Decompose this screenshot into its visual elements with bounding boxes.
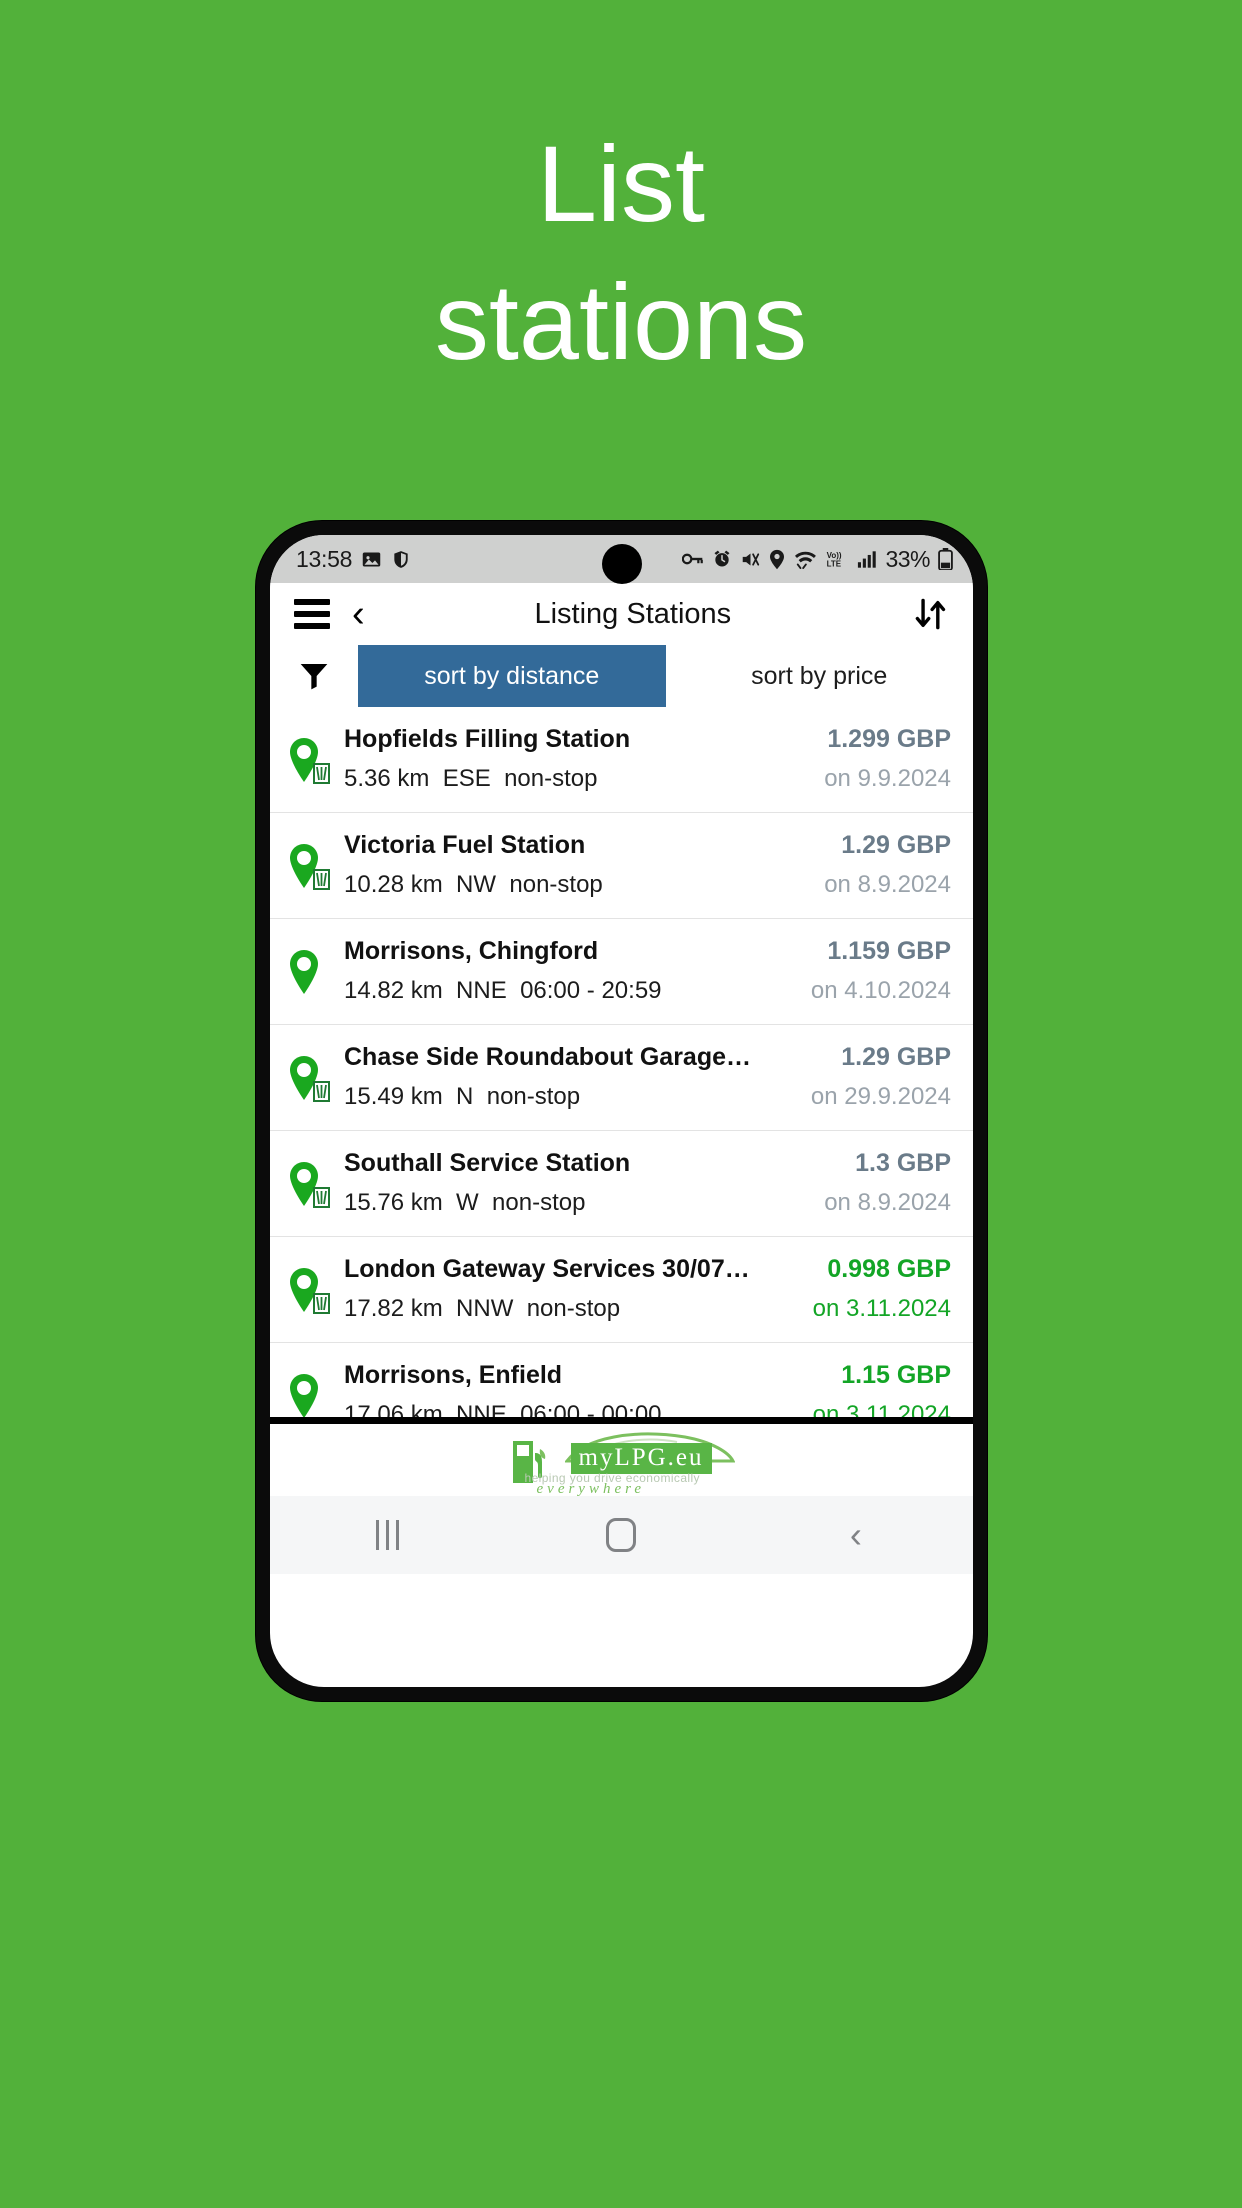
page-title: List stations xyxy=(0,130,1242,376)
station-meta: 10.28 km NW non-stop xyxy=(344,871,603,898)
wifi-icon xyxy=(793,549,817,569)
station-meta: 5.36 km ESE non-stop xyxy=(344,765,598,792)
station-details: Morrisons, Chingford 1.159 GBP 14.82 km … xyxy=(344,937,951,1005)
station-details: Morrisons, Enfield 1.15 GBP 17.06 km NNE… xyxy=(344,1361,951,1424)
map-pin-icon xyxy=(290,1162,330,1208)
station-meta: 17.82 km NNW non-stop xyxy=(344,1295,621,1322)
station-details: Chase Side Roundabout Garage… 1.29 GBP 1… xyxy=(344,1043,951,1111)
station-name: Victoria Fuel Station xyxy=(344,831,586,859)
map-pin-icon xyxy=(290,1268,330,1314)
headline-line-1: List xyxy=(536,123,706,244)
shield-icon xyxy=(391,549,411,570)
volte-icon: Vo)) LTE xyxy=(825,549,849,570)
station-updated-date: on 29.9.2024 xyxy=(810,1083,951,1110)
station-price: 1.3 GBP xyxy=(855,1149,951,1177)
status-bar-clock: 13:58 xyxy=(296,545,353,572)
station-details: London Gateway Services 30/07… 0.998 GBP… xyxy=(344,1255,951,1323)
station-meta: 14.82 km NNE 06:00 - 20:59 xyxy=(344,977,662,1004)
station-price: 1.159 GBP xyxy=(827,937,951,965)
station-pin xyxy=(288,1043,344,1114)
footer-brand-logo: myLPG.eu helping you drive economically … xyxy=(270,1424,973,1497)
battery-percent-label: 33% xyxy=(885,545,930,572)
map-pin-icon xyxy=(290,1056,330,1102)
logo-tagline-2: everywhere xyxy=(536,1481,646,1497)
station-name: Morrisons, Enfield xyxy=(344,1361,563,1389)
station-list-item[interactable]: Victoria Fuel Station 1.29 GBP 10.28 km … xyxy=(270,813,973,919)
tab-sort-by-distance[interactable]: sort by distance xyxy=(358,645,666,707)
station-meta: 15.49 km N non-stop xyxy=(344,1083,581,1110)
station-list-item[interactable]: Southall Service Station 1.3 GBP 15.76 k… xyxy=(270,1131,973,1237)
station-updated-date: on 4.10.2024 xyxy=(810,977,951,1004)
station-details: Hopfields Filling Station 1.299 GBP 5.36… xyxy=(344,725,951,793)
signal-icon xyxy=(857,550,877,569)
svg-text:Vo)): Vo)) xyxy=(827,550,842,559)
station-price: 1.29 GBP xyxy=(841,831,951,859)
station-updated-date: on 8.9.2024 xyxy=(824,1189,951,1216)
station-list-item[interactable]: London Gateway Services 30/07… 0.998 GBP… xyxy=(270,1237,973,1343)
map-pin-icon xyxy=(290,738,330,784)
battery-icon xyxy=(938,548,953,570)
status-bar-left: 13:58 xyxy=(296,546,411,573)
key-icon xyxy=(682,550,704,568)
mute-icon xyxy=(740,550,761,569)
sort-arrows-icon[interactable] xyxy=(911,597,951,631)
station-list-item[interactable]: Hopfields Filling Station 1.299 GBP 5.36… xyxy=(270,707,973,813)
station-name: Morrisons, Chingford xyxy=(344,937,599,965)
filter-funnel-icon[interactable] xyxy=(270,645,358,707)
station-pin xyxy=(288,1149,344,1220)
station-pin xyxy=(288,1255,344,1326)
station-list: Hopfields Filling Station 1.299 GBP 5.36… xyxy=(270,707,973,1424)
status-bar-right: Vo)) LTE 33% xyxy=(682,546,953,573)
station-updated-date: on 3.11.2024 xyxy=(812,1295,951,1322)
station-details: Southall Service Station 1.3 GBP 15.76 k… xyxy=(344,1149,951,1217)
station-meta: 15.76 km W non-stop xyxy=(344,1189,586,1216)
station-pin xyxy=(288,937,344,1008)
station-list-item[interactable]: Chase Side Roundabout Garage… 1.29 GBP 1… xyxy=(270,1025,973,1131)
station-details: Victoria Fuel Station 1.29 GBP 10.28 km … xyxy=(344,831,951,899)
recents-icon[interactable] xyxy=(270,1520,504,1550)
sort-tab-bar: sort by distance sort by price xyxy=(270,645,973,707)
station-pin xyxy=(288,1361,344,1424)
station-list-item[interactable]: Morrisons, Enfield 1.15 GBP 17.06 km NNE… xyxy=(270,1343,973,1424)
promo-page: List stations 13:58 Vo)) LTE 33% ‹ Listi… xyxy=(0,0,1242,2208)
station-price: 1.29 GBP xyxy=(841,1043,951,1071)
station-name: Hopfields Filling Station xyxy=(344,725,631,753)
station-updated-date: on 9.9.2024 xyxy=(824,765,951,792)
image-icon xyxy=(361,549,382,570)
station-price: 0.998 GBP xyxy=(827,1255,951,1283)
station-updated-date: on 8.9.2024 xyxy=(824,871,951,898)
hamburger-menu-icon[interactable] xyxy=(294,599,330,629)
app-bar-title: Listing Stations xyxy=(534,597,732,630)
alarm-icon xyxy=(712,549,732,569)
logo-wordmark: myLPG.eu xyxy=(570,1443,712,1474)
station-pin xyxy=(288,831,344,902)
station-name: London Gateway Services 30/07… xyxy=(344,1255,750,1283)
headline-line-2: stations xyxy=(434,261,808,382)
app-bar: ‹ Listing Stations xyxy=(270,583,973,645)
station-price: 1.299 GBP xyxy=(827,725,951,753)
location-icon xyxy=(769,549,785,570)
status-bar: 13:58 Vo)) LTE 33% xyxy=(270,535,973,584)
back-icon[interactable]: ‹ xyxy=(739,1517,973,1553)
tab-sort-by-price[interactable]: sort by price xyxy=(666,645,974,707)
station-pin xyxy=(288,725,344,796)
map-pin-icon xyxy=(290,844,330,890)
station-name: Chase Side Roundabout Garage… xyxy=(344,1043,752,1071)
station-name: Southall Service Station xyxy=(344,1149,631,1177)
android-nav-bar: ‹ xyxy=(270,1496,973,1574)
station-price: 1.15 GBP xyxy=(841,1361,951,1389)
svg-text:LTE: LTE xyxy=(827,559,842,568)
phone-mockup: 13:58 Vo)) LTE 33% ‹ Listing Stations so… xyxy=(256,521,987,1701)
viewport-clip-line xyxy=(270,1417,973,1424)
map-pin-icon xyxy=(290,950,318,994)
phone-screen: 13:58 Vo)) LTE 33% ‹ Listing Stations so… xyxy=(270,535,973,1687)
camera-punch-hole xyxy=(601,544,642,584)
station-list-item[interactable]: Morrisons, Chingford 1.159 GBP 14.82 km … xyxy=(270,919,973,1025)
home-icon[interactable] xyxy=(504,1518,738,1552)
